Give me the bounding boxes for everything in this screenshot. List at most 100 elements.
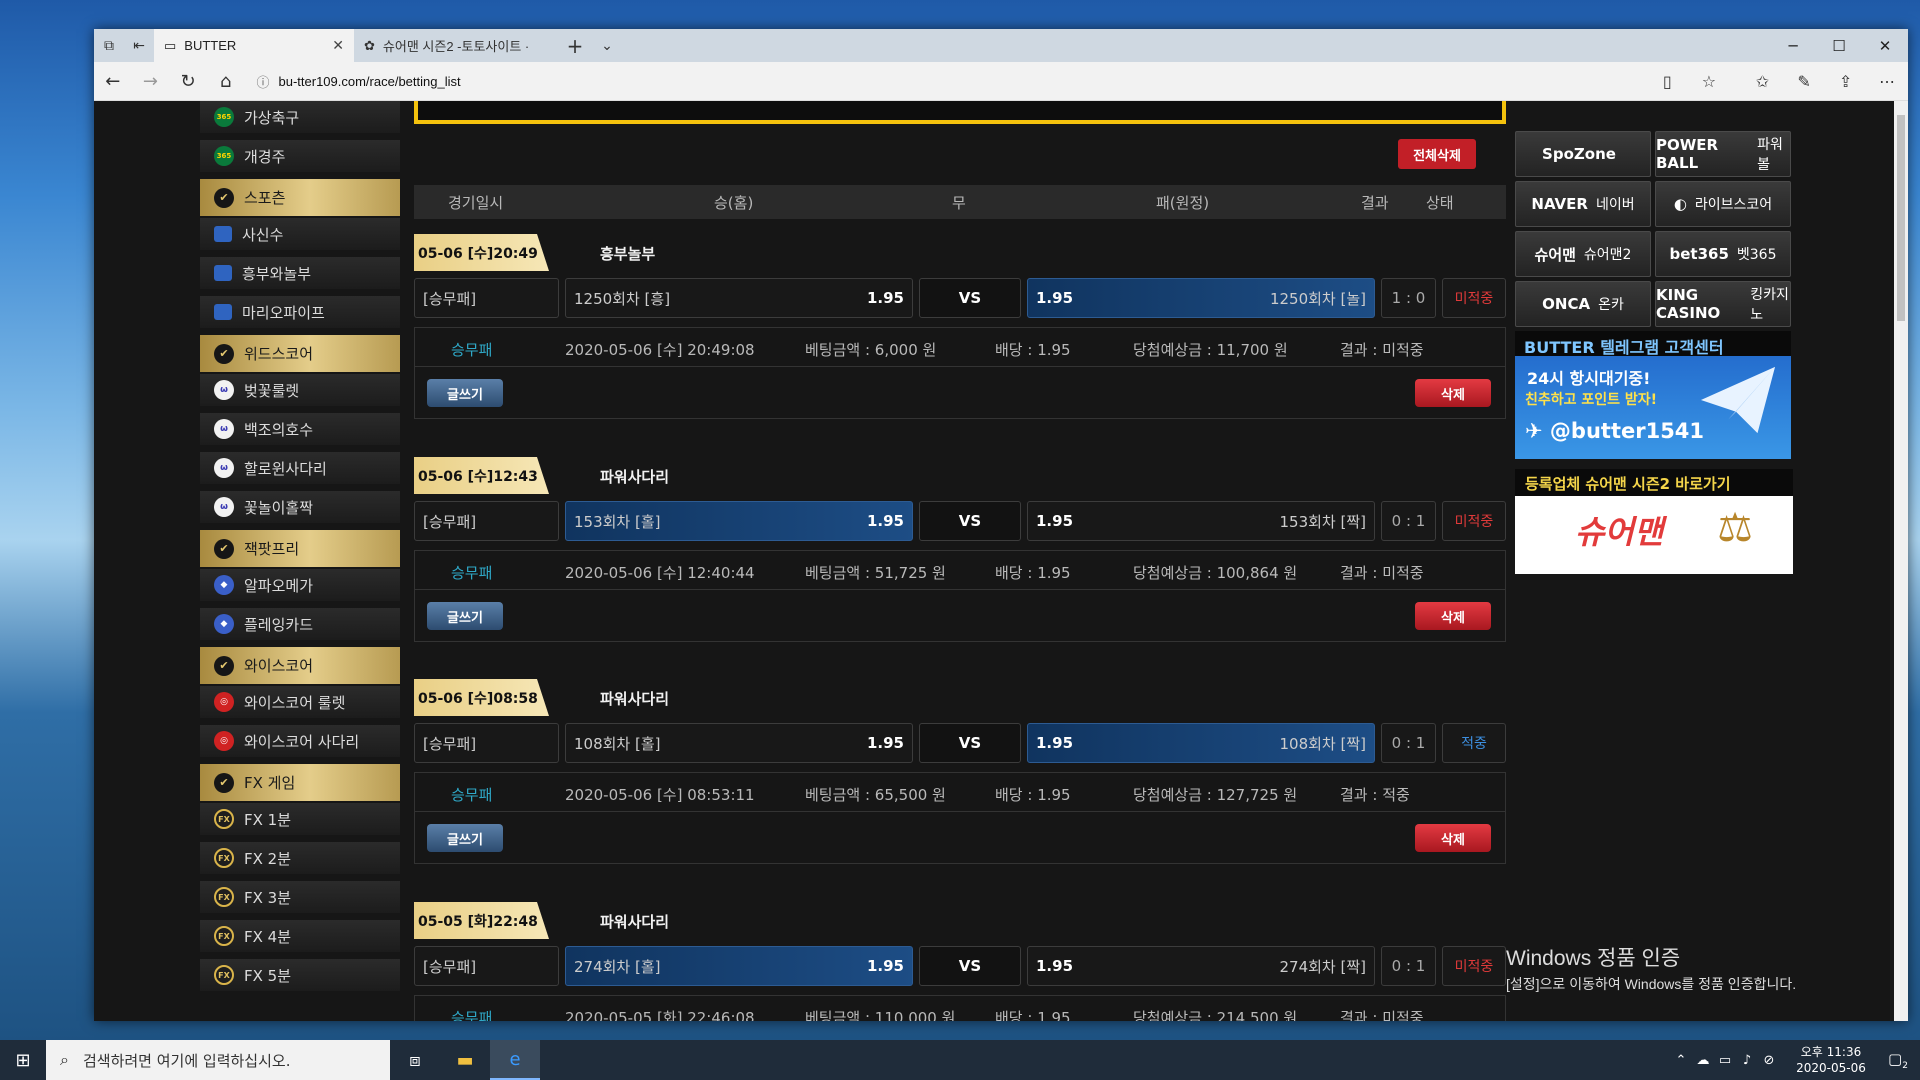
tab-sureman[interactable]: ✿ 슈어맨 시즌2 -토토사이트 · bbox=[354, 29, 559, 62]
partner-brand: 슈어맨 bbox=[1534, 245, 1576, 264]
home-pick-cell[interactable]: 153회차 [홀] 1.95 bbox=[565, 501, 913, 541]
sidebar-item[interactable]: 365 가상축구 bbox=[200, 101, 400, 133]
sidebar-item[interactable]: FX FX 4분 bbox=[200, 920, 400, 952]
favorite-star-icon[interactable]: ☆ bbox=[1688, 62, 1730, 101]
bet-rate: 배당 : 1.95 bbox=[995, 1009, 1071, 1021]
sidebar-item[interactable]: ω 할로윈사다리 bbox=[200, 452, 400, 484]
home-button[interactable]: ⌂ bbox=[207, 62, 245, 101]
forward-button[interactable]: → bbox=[132, 62, 170, 101]
notification-icon[interactable]: ▢2 bbox=[1876, 1050, 1920, 1071]
write-button[interactable]: 글쓰기 bbox=[427, 602, 503, 630]
sidebar-item[interactable]: ◎ 와이스코어 룰렛 bbox=[200, 686, 400, 718]
status-badge: 미적중 bbox=[1442, 278, 1506, 318]
favorites-icon[interactable]: ✩ bbox=[1742, 62, 1784, 101]
page-scrollbar[interactable] bbox=[1894, 101, 1908, 1021]
write-button[interactable]: 글쓰기 bbox=[427, 379, 503, 407]
share-icon[interactable]: ⇪ bbox=[1825, 62, 1867, 101]
new-tab-button[interactable]: + bbox=[559, 29, 591, 62]
sidebar-category[interactable]: ✔ 위드스코어 bbox=[200, 335, 400, 372]
set-aside-tabs-icon[interactable]: ⇤ bbox=[124, 29, 154, 62]
delete-button[interactable]: 삭제 bbox=[1415, 379, 1491, 407]
partner-label: 라이브스코어 bbox=[1694, 197, 1773, 213]
back-button[interactable]: ← bbox=[94, 62, 132, 101]
sidebar-item[interactable]: FX FX 5분 bbox=[200, 959, 400, 991]
cloud-icon[interactable]: ☁ bbox=[1692, 1053, 1714, 1068]
partner-link[interactable]: 슈어맨 슈어맨2 bbox=[1515, 231, 1651, 277]
home-pick-cell[interactable]: 108회차 [홀] 1.95 bbox=[565, 723, 913, 763]
delete-button[interactable]: 삭제 bbox=[1415, 602, 1491, 630]
tab-list-chevron-icon[interactable]: ⌄ bbox=[591, 29, 623, 62]
game-icon bbox=[214, 226, 232, 242]
tab-bar: ⧉ ⇤ ▭ BUTTER ✕ ✿ 슈어맨 시즌2 -토토사이트 · + ⌄ ─ … bbox=[94, 29, 1908, 62]
sidebar-item[interactable]: ◎ 와이스코어 사다리 bbox=[200, 725, 400, 757]
right-column: SpoZone POWER BALL 파워볼 NAVER 네이버 ◐ 라이브스코어 슈어맨 슈어… bbox=[1515, 131, 1795, 574]
sidebar-item[interactable]: FX FX 3분 bbox=[200, 881, 400, 913]
telegram-line2: 친추하고 포인트 받자! bbox=[1525, 392, 1658, 408]
sidebar-item[interactable]: 흥부와놀부 bbox=[200, 257, 400, 289]
notes-pen-icon[interactable]: ✎ bbox=[1783, 62, 1825, 101]
taskbar-search[interactable]: ⌕ 검색하려면 여기에 입력하십시오. bbox=[46, 1040, 390, 1080]
volume-icon[interactable]: ♪ bbox=[1736, 1053, 1758, 1068]
file-explorer-icon[interactable]: ▬ bbox=[440, 1040, 490, 1080]
check-icon: ✔ bbox=[214, 538, 234, 559]
partner-link[interactable]: bet365 벳365 bbox=[1655, 231, 1791, 277]
task-view-icon[interactable]: ⧈ bbox=[390, 1040, 440, 1080]
sidebar-item[interactable]: FX FX 2분 bbox=[200, 842, 400, 874]
address-input[interactable]: ⓘ bu-tter109.com/race/betting_list bbox=[257, 66, 1647, 96]
write-button[interactable]: 글쓰기 bbox=[427, 824, 503, 852]
partner-link[interactable]: ONCA 온카 bbox=[1515, 281, 1651, 327]
bet-amount: 베팅금액 : 51,725 원 bbox=[805, 564, 946, 582]
refresh-button[interactable]: ↻ bbox=[169, 62, 207, 101]
away-pick-cell[interactable]: 1.95 108회차 [짝] bbox=[1027, 723, 1375, 763]
more-icon[interactable]: ⋯ bbox=[1866, 62, 1908, 101]
sidebar-item[interactable]: 365 개경주 bbox=[200, 140, 400, 172]
sidebar-item[interactable]: ω 벚꽃룰렛 bbox=[200, 374, 400, 406]
partner-link[interactable]: NAVER 네이버 bbox=[1515, 181, 1651, 227]
away-pick-cell[interactable]: 1.95 274회차 [짝] bbox=[1027, 946, 1375, 986]
top-banner[interactable] bbox=[414, 101, 1506, 124]
away-pick-cell[interactable]: 1.95 153회차 [짝] bbox=[1027, 501, 1375, 541]
partner-link[interactable]: ◐ 라이브스코어 bbox=[1655, 181, 1791, 227]
network-icon[interactable]: ▭ bbox=[1714, 1053, 1736, 1068]
reading-view-icon[interactable]: ▯ bbox=[1647, 62, 1689, 101]
sidebar-item[interactable]: 마리오파이프 bbox=[200, 296, 400, 328]
sidebar-label: 와이스코어 사다리 bbox=[244, 732, 360, 751]
close-window-button[interactable]: ✕ bbox=[1862, 29, 1908, 62]
page-icon: ✿ bbox=[364, 37, 375, 53]
maximize-button[interactable]: ☐ bbox=[1816, 29, 1862, 62]
sidebar-item[interactable]: FX FX 1분 bbox=[200, 803, 400, 835]
sidebar-item[interactable]: ◆ 알파오메가 bbox=[200, 569, 400, 601]
ime-icon[interactable]: ⊘ bbox=[1758, 1053, 1780, 1068]
telegram-banner[interactable]: BUTTER 텔레그램 고객센터 24시 항시대기중! 친추하고 포인트 받자!… bbox=[1515, 331, 1791, 459]
sidebar-category[interactable]: ✔ FX 게임 bbox=[200, 764, 400, 801]
tab-butter[interactable]: ▭ BUTTER ✕ bbox=[154, 29, 354, 62]
tray-chevron-icon[interactable]: ⌃ bbox=[1670, 1053, 1692, 1068]
sureman-banner[interactable]: 등록업체 슈어맨 시즌2 바로가기 슈어맨 ⚖ bbox=[1515, 469, 1793, 574]
sidebar-item[interactable]: 사신수 bbox=[200, 218, 400, 250]
delete-button[interactable]: 삭제 bbox=[1415, 824, 1491, 852]
sidebar-category[interactable]: ✔ 잭팟프리 bbox=[200, 530, 400, 567]
partner-link[interactable]: KING CASINO 킹카지노 bbox=[1655, 281, 1791, 327]
header-home: 승(홈) bbox=[714, 193, 754, 212]
partner-link[interactable]: POWER BALL 파워볼 bbox=[1655, 131, 1791, 177]
windows-activation-watermark: Windows 정품 인증 [설정]으로 이동하여 Windows를 정품 인증… bbox=[1506, 942, 1796, 994]
home-pick-cell[interactable]: 1250회차 [흥] 1.95 bbox=[565, 278, 913, 318]
partner-link[interactable]: SpoZone bbox=[1515, 131, 1651, 177]
home-pick-cell[interactable]: 274회차 [홀] 1.95 bbox=[565, 946, 913, 986]
info-icon[interactable]: ⓘ bbox=[257, 72, 279, 91]
tab-actions-icon[interactable]: ⧉ bbox=[94, 29, 124, 62]
minimize-button[interactable]: ─ bbox=[1770, 29, 1816, 62]
sidebar-item[interactable]: ω 백조의호수 bbox=[200, 413, 400, 445]
delete-all-button[interactable]: 전체삭제 bbox=[1398, 139, 1476, 169]
edge-browser-icon[interactable]: e bbox=[490, 1040, 540, 1080]
sidebar-category[interactable]: ✔ 와이스코어 bbox=[200, 647, 400, 684]
windows-start-icon[interactable]: ⊞ bbox=[0, 1040, 46, 1080]
scrollbar-thumb[interactable] bbox=[1897, 115, 1905, 321]
clock[interactable]: 오후 11:36 2020-05-06 bbox=[1786, 1044, 1876, 1076]
sidebar-item[interactable]: ω 꽃놀이홀짝 bbox=[200, 491, 400, 523]
sidebar-category[interactable]: ✔ 스포츤 bbox=[200, 179, 400, 216]
close-tab-icon[interactable]: ✕ bbox=[332, 37, 344, 54]
sidebar-item[interactable]: ◆ 플레잉카드 bbox=[200, 608, 400, 640]
clock-time: 오후 11:36 bbox=[1800, 1045, 1862, 1059]
away-pick-cell[interactable]: 1.95 1250회차 [놀] bbox=[1027, 278, 1375, 318]
